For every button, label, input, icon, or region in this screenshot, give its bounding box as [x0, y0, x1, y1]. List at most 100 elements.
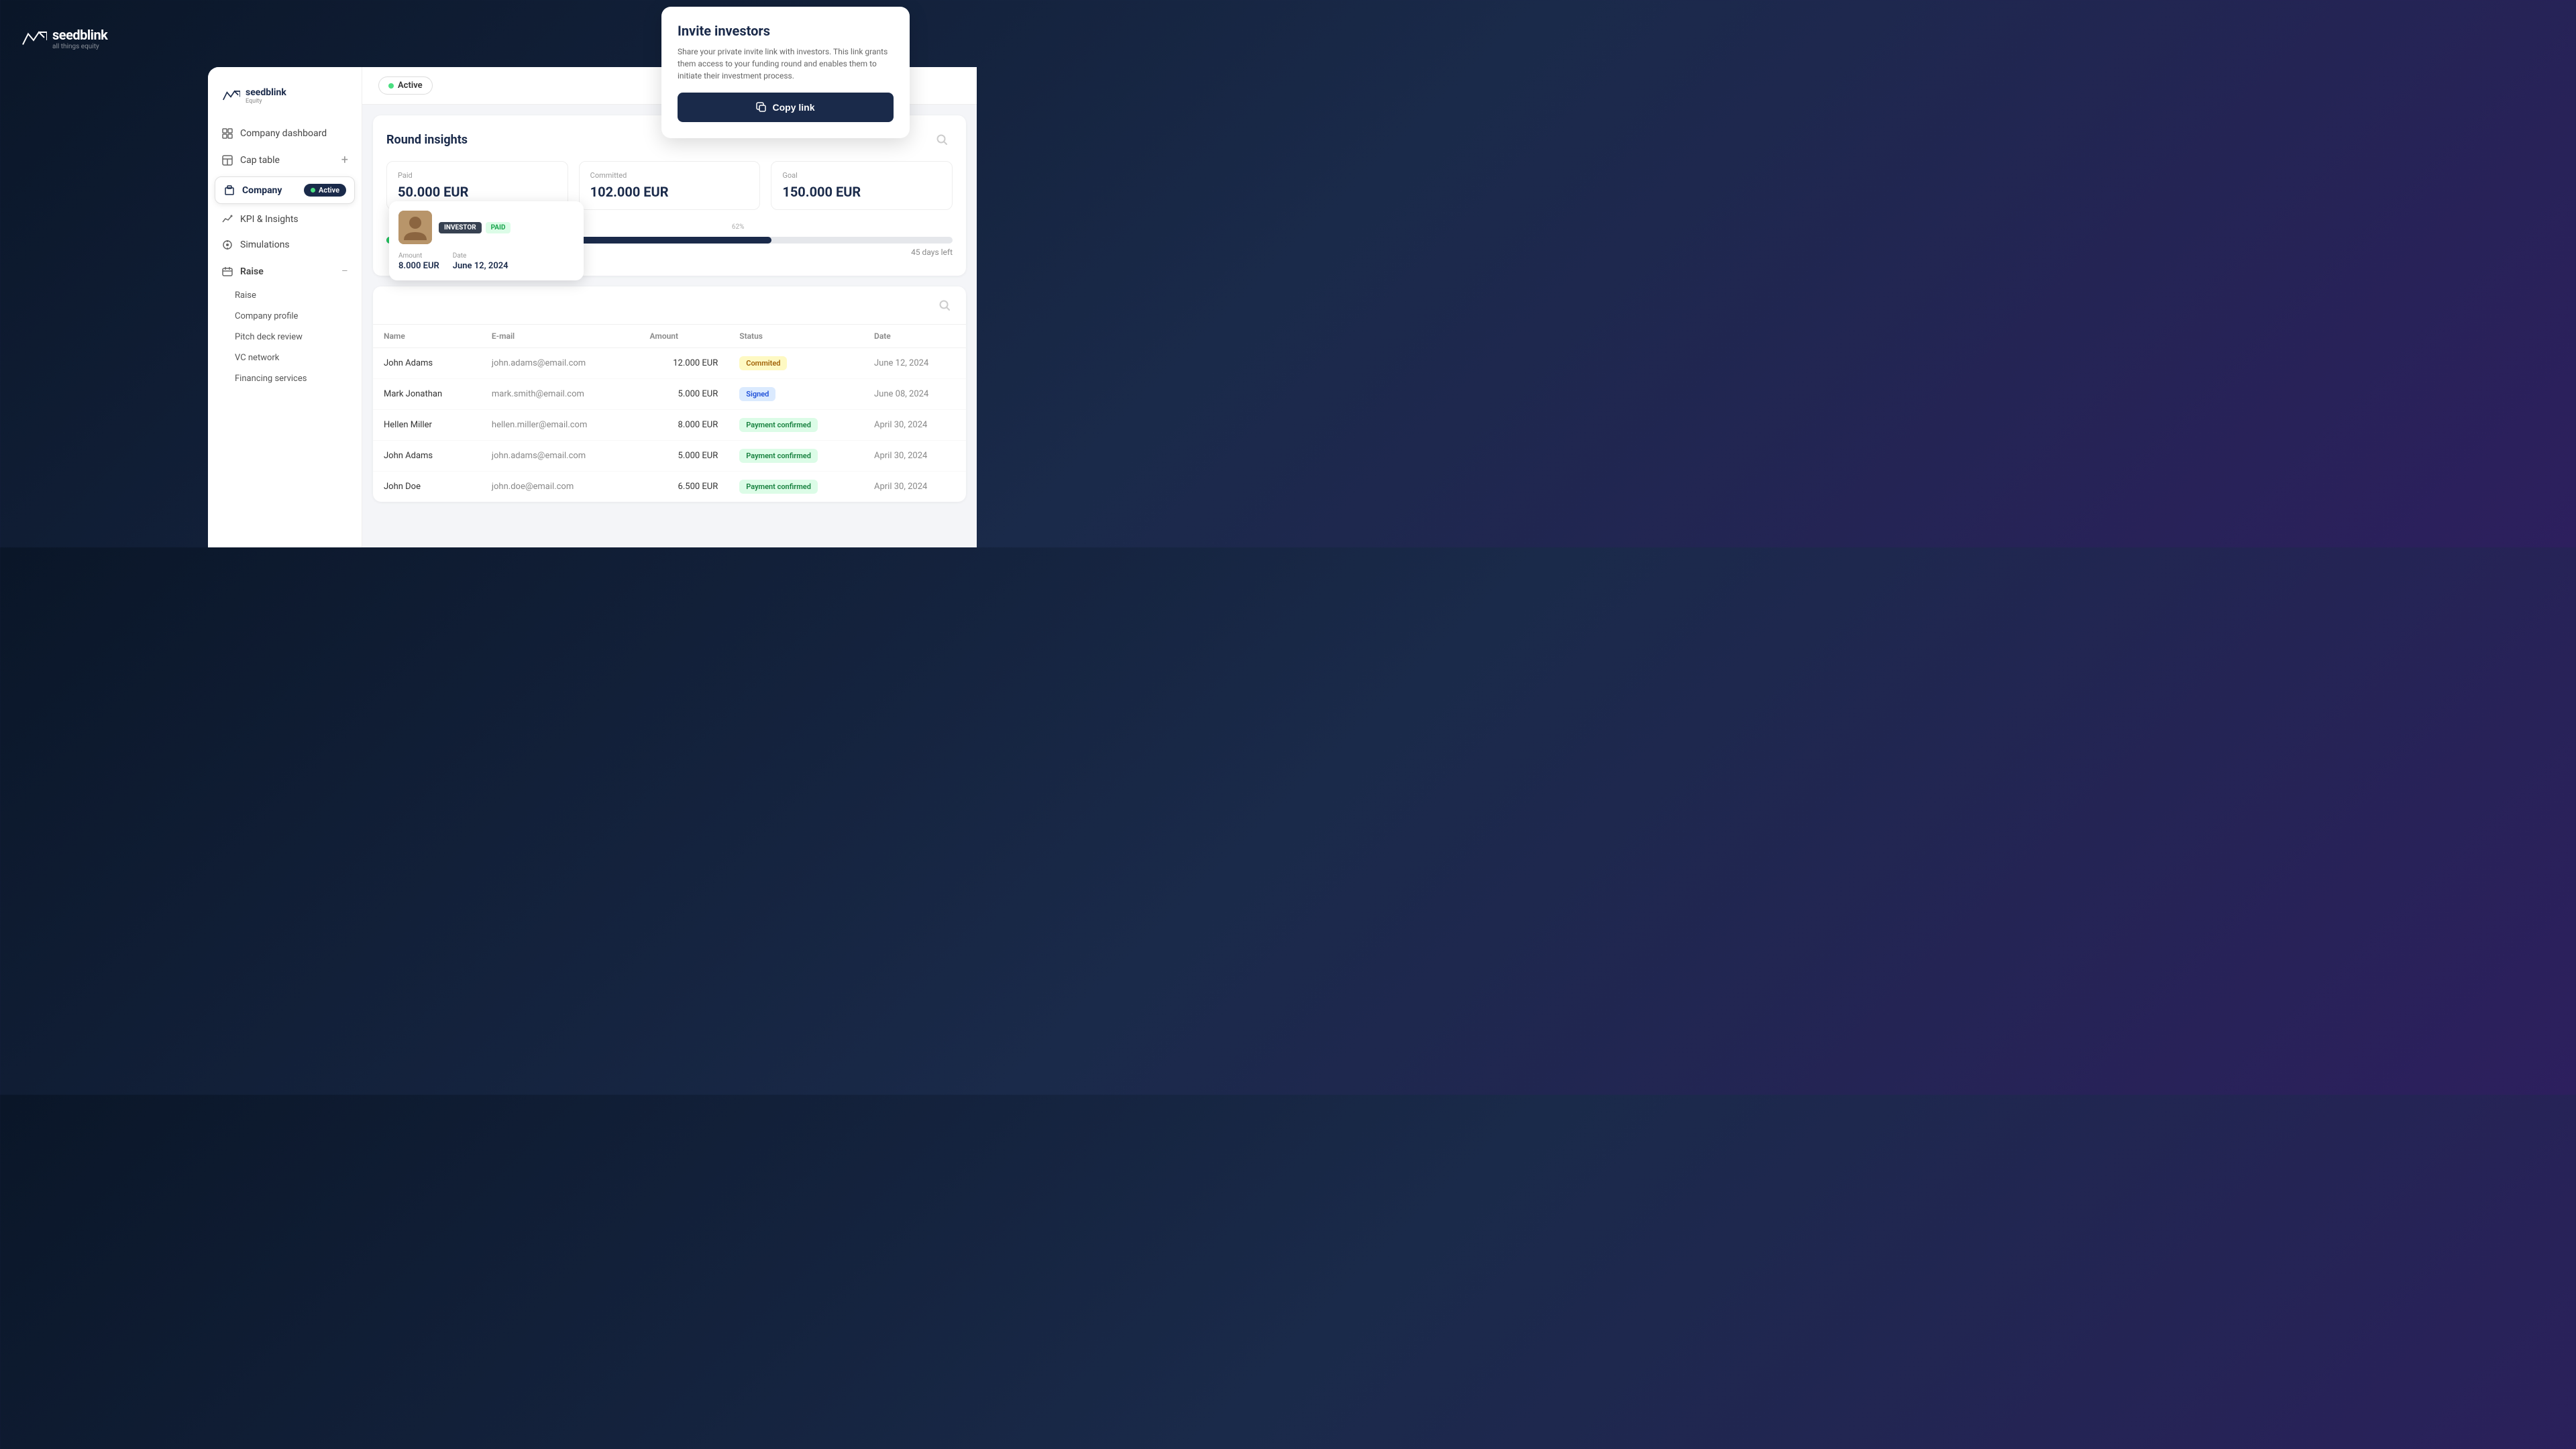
cell-amount: 12.000 EUR [639, 348, 729, 379]
brand-area: seedblink all things equity [20, 27, 107, 50]
cell-name: Hellen Miller [373, 410, 481, 441]
col-email: E-mail [481, 325, 639, 348]
col-status: Status [729, 325, 863, 348]
raise-collapse-icon[interactable]: − [341, 264, 348, 278]
table-row: John Adams john.adams@email.com 12.000 E… [373, 348, 966, 379]
sidebar-item-simulations[interactable]: Simulations [208, 232, 362, 258]
sidebar-item-company[interactable]: Company Active [215, 176, 355, 204]
cell-email: hellen.miller@email.com [481, 410, 639, 441]
brand-name: seedblink [52, 27, 107, 43]
investor-badges-row: INVESTOR PAID [439, 222, 511, 233]
invite-description: Share your private invite link with inve… [678, 46, 894, 82]
investor-amount-label: Amount [398, 252, 439, 260]
sidebar-raise-label: Raise [240, 266, 264, 277]
sidebar-sub-financing[interactable]: Financing services [208, 368, 362, 389]
table-row: John Doe john.doe@email.com 6.500 EUR Pa… [373, 472, 966, 502]
main-content: Active Round insights Paid 50.000 EUR [362, 67, 977, 547]
table-row: Mark Jonathan mark.smith@email.com 5.000… [373, 379, 966, 410]
invite-popup: Invite investors Share your private invi… [661, 7, 910, 138]
cell-amount: 8.000 EUR [639, 410, 729, 441]
cell-status: Payment confirmed [729, 472, 863, 502]
cell-date: April 30, 2024 [863, 410, 966, 441]
sidebar-item-kpi[interactable]: KPI & Insights [208, 207, 362, 232]
company-icon [223, 184, 235, 197]
company-name: Company [242, 185, 297, 196]
cell-email: mark.smith@email.com [481, 379, 639, 410]
badge-investor: INVESTOR [439, 222, 482, 233]
investor-date-label: Date [453, 252, 508, 260]
investor-tooltip-badges: INVESTOR PAID [439, 222, 511, 233]
cell-name: John Adams [373, 441, 481, 472]
investor-tooltip: INVESTOR PAID Amount 8.000 EUR Date June… [389, 201, 584, 280]
simulations-icon [221, 239, 233, 251]
cell-status: Payment confirmed [729, 441, 863, 472]
status-badge: Signed [739, 387, 775, 401]
investor-date-item: Date June 12, 2024 [453, 252, 508, 271]
round-insights-title: Round insights [386, 133, 468, 147]
table-search-button[interactable] [934, 294, 955, 316]
cell-date: June 12, 2024 [863, 348, 966, 379]
metric-committed-value: 102.000 EUR [590, 184, 749, 200]
sidebar-item-cap-table[interactable]: Cap table + [208, 146, 362, 174]
metric-paid-label: Paid [398, 171, 557, 180]
sidebar-label-simulations: Simulations [240, 239, 290, 250]
investor-avatar [398, 211, 432, 244]
pct-62-label: 62% [732, 223, 745, 231]
cell-email: john.adams@email.com [481, 441, 639, 472]
status-badge: Commited [739, 356, 787, 370]
cell-date: April 30, 2024 [863, 472, 966, 502]
table-row: Hellen Miller hellen.miller@email.com 8.… [373, 410, 966, 441]
metric-goal: Goal 150.000 EUR [771, 161, 953, 210]
cell-name: John Doe [373, 472, 481, 502]
sidebar-label-company-dashboard: Company dashboard [240, 128, 327, 139]
cap-table-plus-icon[interactable]: + [341, 153, 348, 167]
table-header-row [373, 286, 966, 325]
metric-committed-label: Committed [590, 171, 749, 180]
sidebar-sub-vc-network[interactable]: VC network [208, 347, 362, 368]
table-row: John Adams john.adams@email.com 5.000 EU… [373, 441, 966, 472]
status-badge: Payment confirmed [739, 480, 818, 494]
sidebar-label-kpi: KPI & Insights [240, 214, 299, 225]
investor-tooltip-header: INVESTOR PAID [398, 211, 574, 244]
active-green-dot [388, 83, 394, 89]
cell-amount: 6.500 EUR [639, 472, 729, 502]
active-label: Active [398, 80, 423, 91]
cell-name: Mark Jonathan [373, 379, 481, 410]
cell-email: john.doe@email.com [481, 472, 639, 502]
col-name: Name [373, 325, 481, 348]
cell-date: June 08, 2024 [863, 379, 966, 410]
table-section: Name E-mail Amount Status Date John Adam… [373, 286, 966, 502]
cell-status: Signed [729, 379, 863, 410]
sidebar-item-raise[interactable]: Raise − [208, 258, 362, 285]
active-status-badge: Active [378, 76, 433, 95]
invite-title: Invite investors [678, 23, 894, 39]
sidebar-sub-pitch-deck[interactable]: Pitch deck review [208, 327, 362, 347]
round-search-button[interactable] [931, 129, 953, 150]
sidebar-label-cap-table: Cap table [240, 155, 280, 166]
cell-amount: 5.000 EUR [639, 441, 729, 472]
sidebar-item-company-dashboard[interactable]: Company dashboard [208, 121, 362, 146]
main-container: seedblink Equity Company dashboard [208, 67, 977, 547]
cell-status: Commited [729, 348, 863, 379]
cell-amount: 5.000 EUR [639, 379, 729, 410]
sidebar: seedblink Equity Company dashboard [208, 67, 362, 547]
chart-icon [221, 213, 233, 225]
metric-paid-value: 50.000 EUR [398, 184, 557, 200]
sidebar-logo-text: seedblink [246, 87, 286, 98]
copy-link-label: Copy link [772, 102, 814, 113]
status-badge: Payment confirmed [739, 449, 818, 463]
status-badge: Payment confirmed [739, 418, 818, 432]
copy-link-button[interactable]: Copy link [678, 93, 894, 122]
metric-goal-value: 150.000 EUR [782, 184, 941, 200]
sidebar-logo: seedblink Equity [208, 80, 362, 121]
company-active-badge: Active [304, 184, 346, 197]
brand-sub: all things equity [52, 43, 107, 50]
sidebar-logo-sub: Equity [246, 98, 286, 105]
active-dot [311, 188, 315, 193]
investor-amount-value: 8.000 EUR [398, 261, 439, 271]
investor-date-value: June 12, 2024 [453, 261, 508, 271]
sidebar-sub-company-profile[interactable]: Company profile [208, 306, 362, 327]
brand-logo: seedblink all things equity [20, 27, 107, 50]
sidebar-sub-raise[interactable]: Raise [208, 285, 362, 306]
cell-date: April 30, 2024 [863, 441, 966, 472]
